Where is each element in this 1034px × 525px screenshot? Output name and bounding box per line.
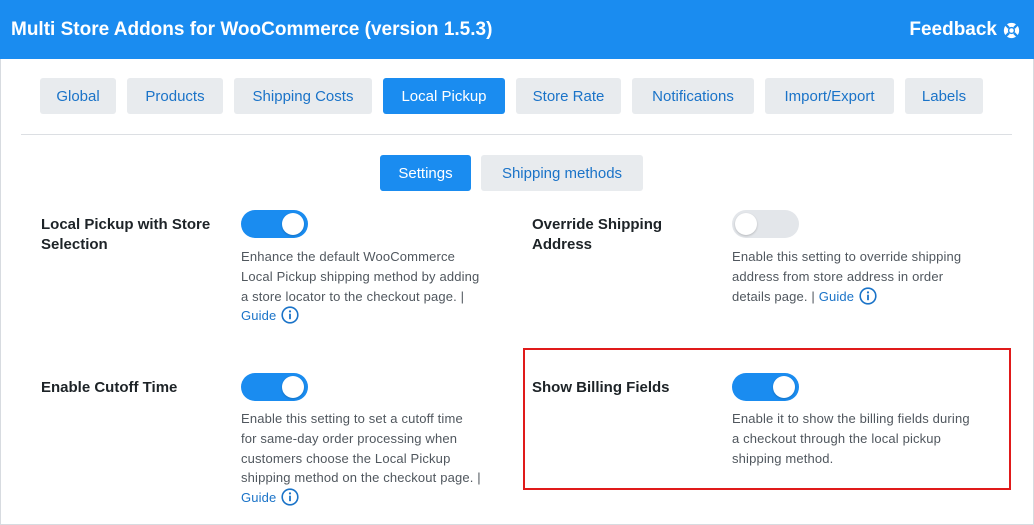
toggle-knob [735, 213, 757, 235]
desc-line: a store locator to the checkout page. | [241, 288, 465, 304]
setting-label-cutoff-time: Enable Cutoff Time [41, 379, 178, 396]
desc-override-shipping: Enable this setting to override shipping… [732, 247, 1002, 310]
tab-label: Labels [921, 87, 967, 105]
info-circle-icon[interactable] [281, 306, 300, 330]
desc-line: shipping method on the checkout page. | [241, 470, 481, 486]
desc-billing-fields: Enable it to show the billing fields dur… [732, 409, 1002, 468]
feedback-button[interactable]: Feedback [909, 19, 1020, 41]
subtab-label: Settings [398, 164, 453, 182]
label-line: Selection [41, 236, 108, 253]
tab-label: Import/Export [784, 87, 875, 105]
page-title: Multi Store Addons for WooCommerce (vers… [11, 19, 493, 40]
tab-products[interactable]: Products [127, 78, 223, 114]
desc-line: shipping method. [732, 450, 834, 466]
desc-line: details page. | [732, 288, 815, 304]
label-line: Local Pickup with Store [41, 216, 211, 233]
desc-line: customers choose the Local Pickup [241, 450, 451, 466]
desc-line: a checkout through the local pickup [732, 430, 942, 446]
setting-label-billing-fields: Show Billing Fields [532, 379, 670, 396]
desc-line: address from store address in order [732, 268, 944, 284]
toggle-local-pickup-store[interactable] [241, 210, 308, 238]
info-circle-icon[interactable] [859, 286, 877, 311]
subtab-label: Shipping methods [501, 164, 623, 182]
desc-cutoff-time: Enable this setting to set a cutoff time… [241, 409, 511, 512]
subtab-shipping-methods[interactable]: Shipping methods [481, 155, 643, 191]
lifebuoy-icon [1003, 22, 1020, 39]
tab-label: Global [56, 87, 100, 105]
page-header: Multi Store Addons for WooCommerce (vers… [0, 0, 1034, 59]
setting-label-local-pickup-store: Local Pickup with Store Selection [41, 215, 210, 255]
desc-line: Enable this setting to set a cutoff time [241, 411, 463, 426]
desc-line: Enhance the default WooCommerce [241, 249, 455, 264]
tab-label: Store Rate [532, 87, 605, 105]
tab-label: Notifications [652, 87, 734, 105]
guide-link[interactable]: Guide [819, 289, 854, 304]
desc-line: for same-day order processing when [241, 430, 458, 446]
feedback-label: Feedback [909, 19, 997, 40]
label-line: Override Shipping [532, 216, 663, 233]
tabs-divider [21, 134, 1012, 135]
tab-import-export[interactable]: Import/Export [765, 78, 894, 114]
tab-notifications[interactable]: Notifications [632, 78, 754, 114]
tab-label: Products [145, 87, 205, 105]
toggle-knob [282, 376, 304, 398]
toggle-billing-fields[interactable] [732, 373, 799, 401]
tab-store-rate[interactable]: Store Rate [516, 78, 621, 114]
toggle-override-shipping[interactable] [732, 210, 799, 238]
subtab-settings[interactable]: Settings [380, 155, 471, 191]
toggle-cutoff-time[interactable] [241, 373, 308, 401]
desc-local-pickup-store: Enhance the default WooCommerce Local Pi… [241, 247, 511, 330]
tab-label: Local Pickup [401, 87, 487, 105]
desc-line: Enable this setting to override shipping [732, 249, 962, 264]
setting-label-override-shipping: Override Shipping Address [532, 215, 662, 255]
desc-line: Local Pickup shipping method by adding [241, 268, 480, 284]
tab-shipping-costs[interactable]: Shipping Costs [234, 78, 372, 114]
tab-label: Shipping Costs [252, 87, 354, 105]
tab-global[interactable]: Global [40, 78, 116, 114]
toggle-knob [282, 213, 304, 235]
toggle-knob [773, 376, 795, 398]
desc-line: Enable it to show the billing fields dur… [732, 411, 970, 426]
tab-local-pickup[interactable]: Local Pickup [383, 78, 505, 114]
guide-link[interactable]: Guide [241, 490, 276, 505]
tab-labels[interactable]: Labels [905, 78, 983, 114]
guide-link[interactable]: Guide [241, 308, 276, 323]
info-circle-icon[interactable] [281, 488, 300, 512]
label-line: Address [532, 236, 593, 253]
